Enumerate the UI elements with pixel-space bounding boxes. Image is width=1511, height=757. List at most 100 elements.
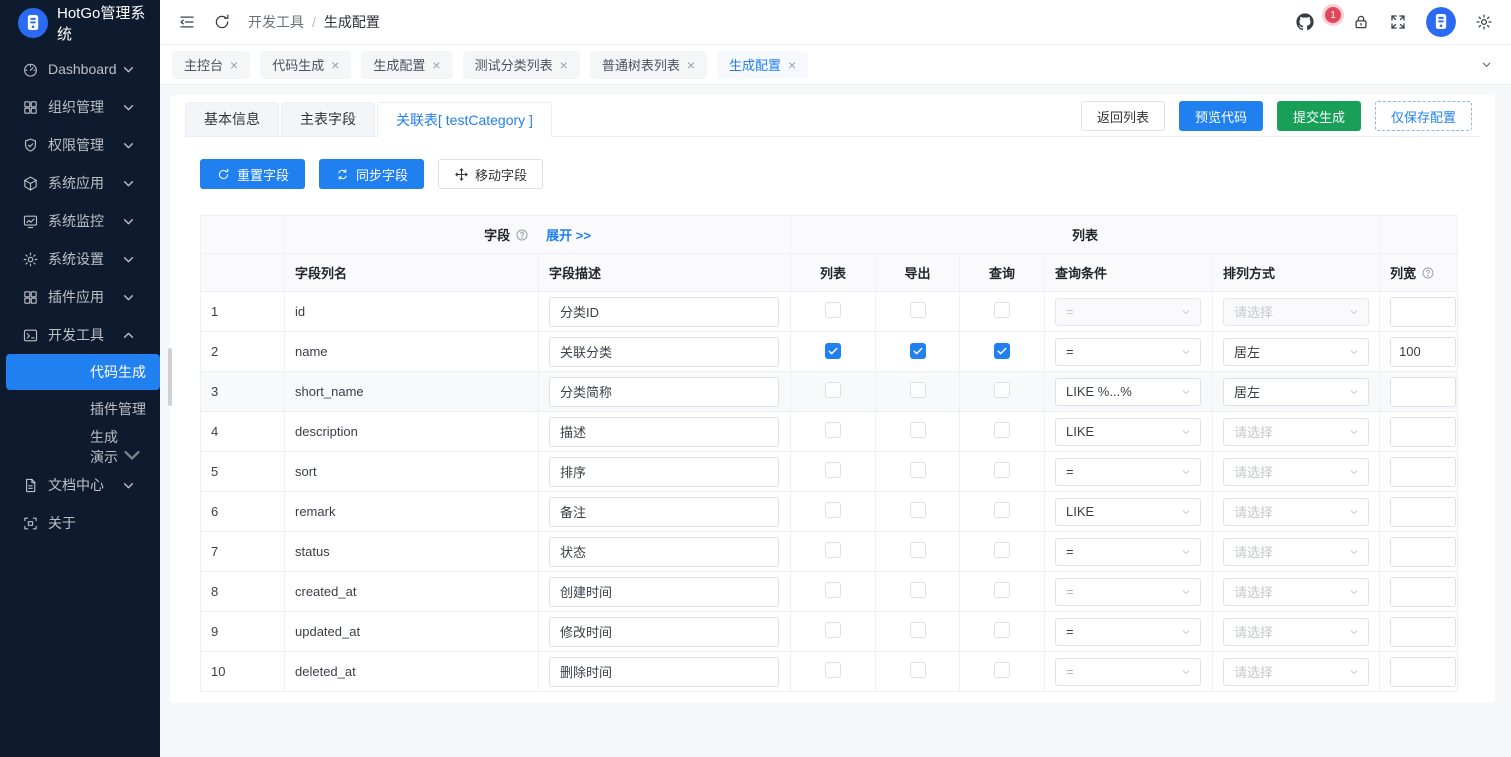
sidebar-item[interactable]: Dashboard [0, 50, 160, 88]
toolbar-button[interactable]: 同步字段 [319, 159, 424, 189]
query-checkbox[interactable] [994, 582, 1010, 598]
field-desc-input[interactable] [549, 577, 779, 607]
field-desc-input[interactable] [549, 297, 779, 327]
export-checkbox[interactable] [910, 622, 926, 638]
list-checkbox[interactable] [825, 662, 841, 678]
query-checkbox[interactable] [994, 462, 1010, 478]
column-width-input[interactable] [1390, 337, 1456, 367]
query-checkbox[interactable] [994, 302, 1010, 318]
list-checkbox[interactable] [825, 502, 841, 518]
list-checkbox[interactable] [825, 302, 841, 318]
query-checkbox[interactable] [994, 502, 1010, 518]
settings-gear-icon[interactable] [1475, 13, 1493, 31]
align-mode-select[interactable]: 请选择 [1223, 538, 1369, 566]
page-tab[interactable]: 主控台× [172, 51, 250, 79]
list-checkbox[interactable] [825, 462, 841, 478]
query-checkbox[interactable] [994, 422, 1010, 438]
export-checkbox[interactable] [910, 343, 926, 359]
column-width-input[interactable] [1390, 617, 1456, 647]
sidebar-item[interactable]: 系统监控 [0, 202, 160, 240]
toolbar-button[interactable]: 移动字段 [438, 159, 543, 189]
menu-collapse-icon[interactable] [178, 13, 196, 31]
list-checkbox[interactable] [825, 382, 841, 398]
tab-close-icon[interactable]: × [432, 58, 440, 72]
query-condition-select[interactable]: = [1055, 618, 1201, 646]
sidebar-item[interactable]: 开发工具 [0, 316, 160, 354]
align-mode-select[interactable]: 请选择 [1223, 578, 1369, 606]
sidebar-subitem[interactable]: 插件管理 [0, 390, 160, 428]
sidebar-item[interactable]: 系统应用 [0, 164, 160, 202]
page-tab[interactable]: 生成配置× [717, 51, 808, 79]
field-desc-input[interactable] [549, 417, 779, 447]
field-desc-input[interactable] [549, 497, 779, 527]
query-checkbox[interactable] [994, 622, 1010, 638]
sidebar-subitem[interactable]: 代码生成 [6, 354, 160, 390]
align-mode-select[interactable]: 居左 [1223, 338, 1369, 366]
sidebar-item[interactable]: 文档中心 [0, 466, 160, 504]
query-condition-select[interactable]: = [1055, 578, 1201, 606]
lock-icon[interactable] [1352, 13, 1370, 31]
export-checkbox[interactable] [910, 462, 926, 478]
align-mode-select[interactable]: 请选择 [1223, 498, 1369, 526]
field-desc-input[interactable] [549, 377, 779, 407]
align-mode-select[interactable]: 请选择 [1223, 458, 1369, 486]
column-width-input[interactable] [1390, 657, 1456, 687]
query-condition-select[interactable]: = [1055, 458, 1201, 486]
refresh-icon[interactable] [213, 13, 231, 31]
user-avatar[interactable] [1426, 7, 1456, 37]
list-checkbox[interactable] [825, 582, 841, 598]
field-desc-input[interactable] [549, 457, 779, 487]
sidebar-item[interactable]: 插件应用 [0, 278, 160, 316]
page-tab[interactable]: 普通树表列表× [590, 51, 707, 79]
field-desc-input[interactable] [549, 537, 779, 567]
query-condition-select[interactable]: = [1055, 338, 1201, 366]
column-width-input[interactable] [1390, 577, 1456, 607]
align-mode-select[interactable]: 请选择 [1223, 658, 1369, 686]
field-desc-input[interactable] [549, 617, 779, 647]
action-button[interactable]: 返回列表 [1081, 101, 1165, 131]
tab-close-icon[interactable]: × [230, 58, 238, 72]
column-width-input[interactable] [1390, 297, 1456, 327]
field-desc-input[interactable] [549, 337, 779, 367]
config-tab[interactable]: 关联表[ testCategory ] [377, 102, 552, 137]
column-width-input[interactable] [1390, 537, 1456, 567]
github-icon[interactable] [1296, 13, 1314, 31]
align-mode-select[interactable]: 请选择 [1223, 618, 1369, 646]
sidebar-item[interactable]: 系统设置 [0, 240, 160, 278]
tabbar-chevron-down-icon[interactable] [1480, 58, 1493, 71]
query-condition-select[interactable]: = [1055, 298, 1201, 326]
query-condition-select[interactable]: = [1055, 658, 1201, 686]
sidebar-subitem[interactable]: 生成演示 [0, 428, 160, 466]
tab-close-icon[interactable]: × [331, 58, 339, 72]
breadcrumb-item[interactable]: 开发工具 [248, 12, 304, 32]
content-scrollbar-thumb[interactable] [168, 348, 172, 406]
field-desc-input[interactable] [549, 657, 779, 687]
action-button[interactable]: 仅保存配置 [1375, 101, 1472, 131]
config-tab[interactable]: 主表字段 [281, 102, 375, 136]
expand-fields-link[interactable]: 展开 >> [546, 225, 591, 244]
query-condition-select[interactable]: LIKE [1055, 418, 1201, 446]
query-checkbox[interactable] [994, 343, 1010, 359]
list-checkbox[interactable] [825, 622, 841, 638]
toolbar-button[interactable]: 重置字段 [200, 159, 305, 189]
page-tab[interactable]: 生成配置× [361, 51, 452, 79]
list-checkbox[interactable] [825, 343, 841, 359]
list-checkbox[interactable] [825, 542, 841, 558]
column-width-input[interactable] [1390, 417, 1456, 447]
export-checkbox[interactable] [910, 542, 926, 558]
align-mode-select[interactable]: 请选择 [1223, 418, 1369, 446]
export-checkbox[interactable] [910, 502, 926, 518]
query-condition-select[interactable]: LIKE [1055, 498, 1201, 526]
export-checkbox[interactable] [910, 302, 926, 318]
config-tab[interactable]: 基本信息 [185, 102, 279, 136]
page-tab[interactable]: 测试分类列表× [463, 51, 580, 79]
column-width-input[interactable] [1390, 497, 1456, 527]
export-checkbox[interactable] [910, 582, 926, 598]
query-condition-select[interactable]: = [1055, 538, 1201, 566]
align-mode-select[interactable]: 请选择 [1223, 298, 1369, 326]
align-mode-select[interactable]: 居左 [1223, 378, 1369, 406]
sidebar-item[interactable]: 组织管理 [0, 88, 160, 126]
sidebar-item[interactable]: 权限管理 [0, 126, 160, 164]
query-checkbox[interactable] [994, 382, 1010, 398]
export-checkbox[interactable] [910, 662, 926, 678]
